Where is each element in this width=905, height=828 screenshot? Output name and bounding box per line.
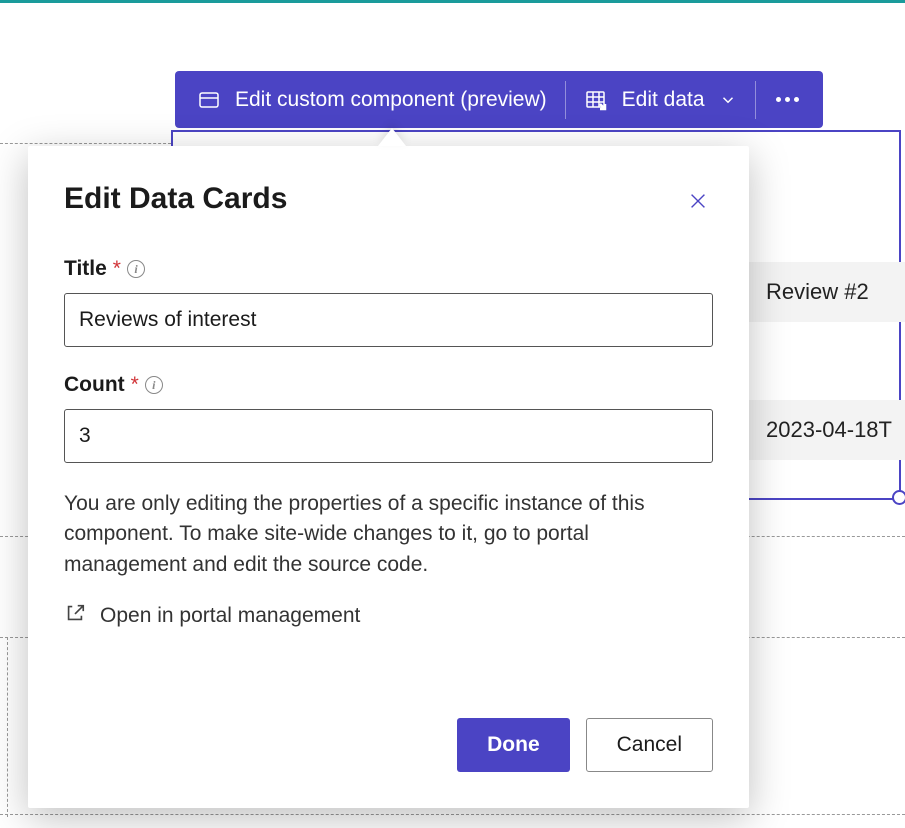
info-text: You are only editing the properties of a…	[64, 489, 713, 580]
count-input[interactable]	[64, 409, 713, 463]
close-icon	[687, 190, 709, 212]
required-asterisk: *	[131, 373, 139, 397]
edit-data-cards-modal: Edit Data Cards Title * i Count * i You …	[28, 146, 749, 808]
bg-cell-date: 2023-04-18T	[749, 400, 905, 460]
done-button[interactable]: Done	[457, 718, 570, 772]
edit-data-button[interactable]: Edit data	[566, 80, 755, 120]
resize-handle[interactable]	[892, 490, 905, 505]
title-input[interactable]	[64, 293, 713, 347]
close-button[interactable]	[683, 186, 713, 221]
more-button[interactable]	[756, 97, 819, 102]
info-icon[interactable]: i	[127, 260, 145, 278]
chevron-down-icon	[719, 91, 737, 109]
cancel-button[interactable]: Cancel	[586, 718, 713, 772]
count-label: Count * i	[64, 373, 713, 397]
external-link-icon	[64, 602, 86, 630]
modal-title: Edit Data Cards	[64, 182, 287, 216]
component-toolbar: Edit custom component (preview) Edit dat…	[175, 71, 823, 128]
edit-component-label: Edit custom component (preview)	[235, 88, 547, 112]
portal-management-link[interactable]: Open in portal management	[64, 602, 713, 630]
edit-component-button[interactable]: Edit custom component (preview)	[179, 80, 565, 120]
info-icon[interactable]: i	[145, 376, 163, 394]
required-asterisk: *	[113, 257, 121, 281]
bg-cell-review: Review #2	[749, 262, 905, 322]
grid-icon	[584, 88, 608, 112]
component-icon	[197, 88, 221, 112]
edit-data-label: Edit data	[622, 88, 705, 112]
title-label: Title * i	[64, 257, 713, 281]
